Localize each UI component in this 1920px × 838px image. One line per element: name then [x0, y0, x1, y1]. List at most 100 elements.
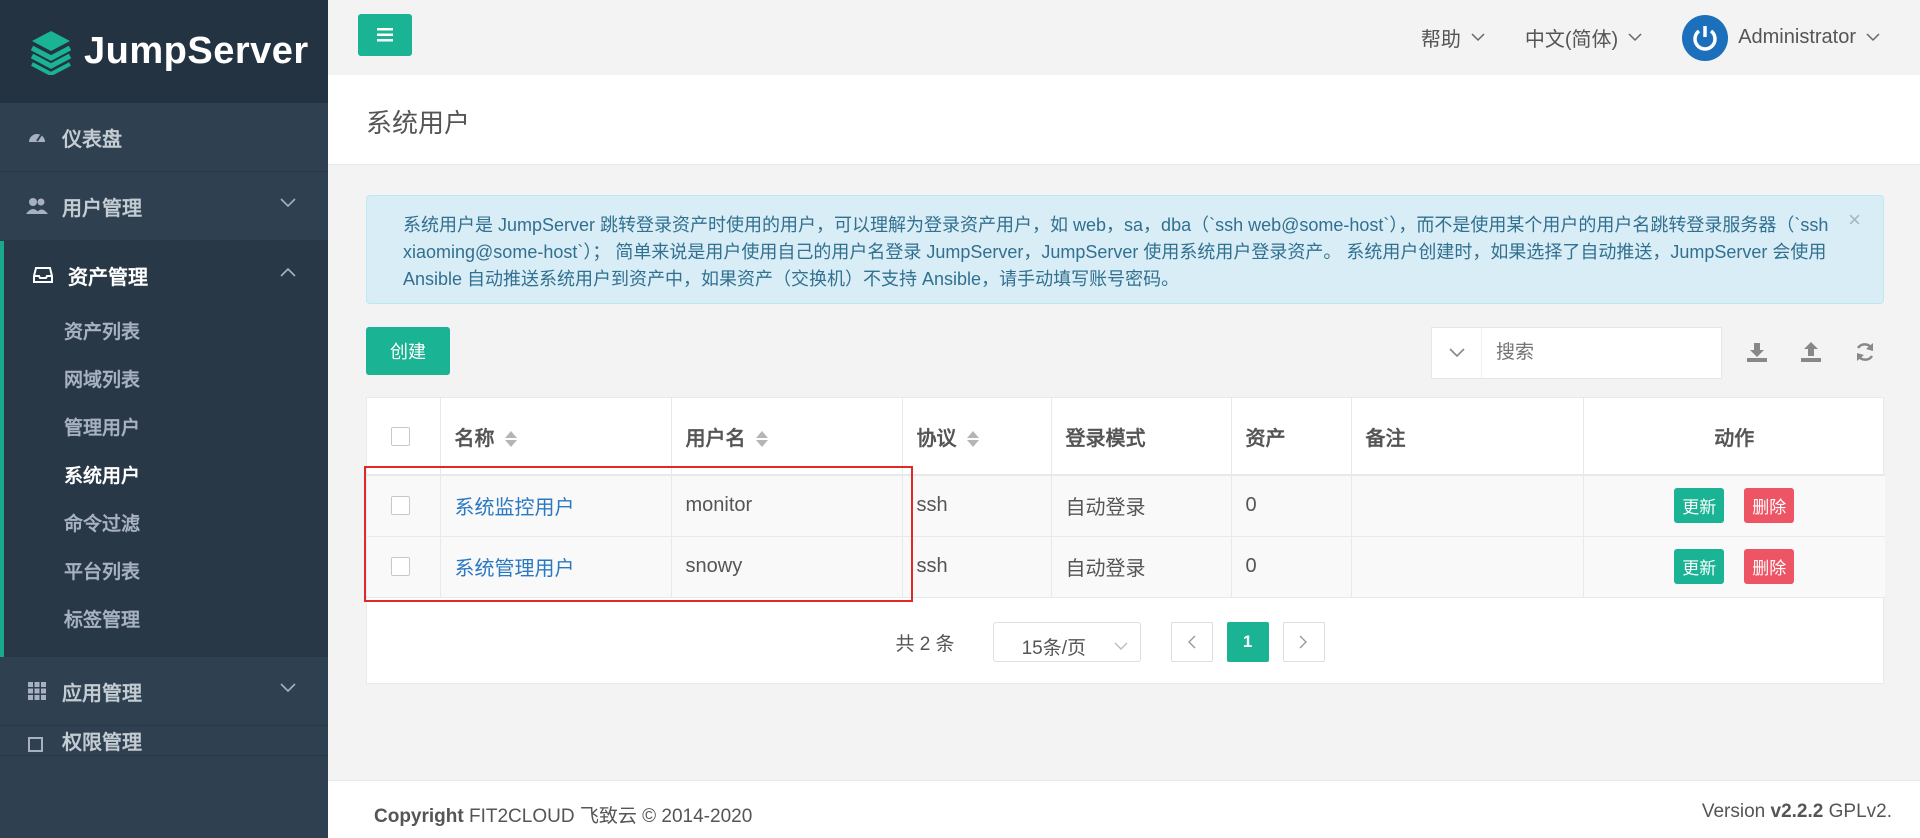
page-size-select[interactable]: 15条/页 [992, 622, 1141, 662]
delete-button[interactable]: 删除 [1744, 549, 1795, 584]
copyright-text: FIT2CLOUD 飞致云 © 2014-2020 [469, 806, 753, 827]
column-header-actions: 动作 [1583, 398, 1885, 476]
sidebar-item-users[interactable]: 用户管理 [0, 172, 328, 241]
cell-login-mode: 自动登录 [1051, 475, 1232, 537]
help-dropdown[interactable]: 帮助 [1421, 23, 1485, 52]
footer-copyright: Copyright FIT2CLOUD 飞致云 © 2014-2020 [374, 801, 752, 828]
download-icon[interactable] [1743, 338, 1771, 366]
hamburger-icon [377, 28, 393, 42]
sidebar-item-applications[interactable]: 应用管理 [0, 657, 328, 726]
system-user-link[interactable]: 系统监控用户 [455, 497, 575, 519]
chevron-down-icon [1628, 33, 1642, 42]
chevron-left-icon [1188, 635, 1196, 649]
cell-username: monitor [671, 475, 903, 537]
sidebar-sub-command-filter[interactable]: 命令过滤 [4, 501, 328, 549]
avatar [1682, 14, 1729, 61]
sidebar-group-assets: 资产管理 资产列表 网域列表 管理用户 系统用户 命令过滤 平台列表 标签管理 [0, 241, 328, 657]
row-checkbox[interactable] [391, 557, 410, 577]
system-user-link[interactable]: 系统管理用户 [455, 558, 575, 580]
sidebar-sub-admin-users[interactable]: 管理用户 [4, 405, 328, 453]
chevron-down-icon [1471, 33, 1485, 42]
search-input[interactable] [1482, 342, 1702, 364]
row-select-cell [367, 475, 441, 537]
menu-toggle-button[interactable] [358, 14, 412, 56]
sidebar: JumpServer 仪表盘 用户管理 资产管理 资产列表 网域列表 管理用户 … [0, 0, 328, 838]
upload-icon[interactable] [1797, 338, 1825, 366]
sort-icon [504, 431, 517, 448]
refresh-icon[interactable] [1851, 338, 1879, 366]
license-text: GPLv2. [1828, 801, 1892, 822]
sidebar-sub-label-management[interactable]: 标签管理 [4, 597, 328, 657]
help-label: 帮助 [1420, 29, 1461, 51]
sort-icon [966, 431, 979, 448]
delete-button[interactable]: 删除 [1744, 488, 1795, 524]
column-header-protocol[interactable]: 协议 [902, 398, 1052, 476]
cell-protocol: ssh [902, 536, 1052, 598]
sidebar-item-assets[interactable]: 资产管理 [4, 241, 328, 309]
header-label: 协议 [916, 427, 957, 450]
brand-logo[interactable]: JumpServer [0, 0, 328, 103]
sidebar-item-label: 权限管理 [62, 732, 142, 754]
chevron-right-icon [1299, 635, 1308, 649]
topbar: 帮助 中文(简体) Administrator [328, 0, 1920, 75]
cell-assets: 0 [1231, 536, 1352, 598]
sidebar-item-label: 应用管理 [62, 682, 142, 705]
language-label: 中文(简体) [1524, 29, 1619, 51]
user-name: Administrator [1738, 26, 1856, 48]
cell-protocol: ssh [902, 475, 1052, 537]
sort-icon [755, 431, 768, 448]
select-all-cell [367, 398, 441, 476]
page-number-button[interactable]: 1 [1226, 622, 1269, 662]
sidebar-item-label: 仪表盘 [62, 128, 122, 151]
sidebar-sub-platform-list[interactable]: 平台列表 [4, 549, 328, 597]
column-header-assets: 资产 [1231, 398, 1352, 476]
sidebar-item-label: 资产管理 [68, 266, 148, 289]
column-header-comment: 备注 [1351, 398, 1584, 476]
column-header-username[interactable]: 用户名 [671, 398, 903, 476]
search-filter-dropdown[interactable] [1432, 328, 1482, 378]
grid-icon [26, 680, 48, 702]
cell-comment [1351, 536, 1584, 598]
version-label: Version [1701, 801, 1766, 822]
sidebar-sub-system-users[interactable]: 系统用户 [4, 453, 328, 501]
sidebar-sub-asset-list[interactable]: 资产列表 [4, 309, 328, 357]
update-button[interactable]: 更新 [1674, 488, 1725, 524]
update-button[interactable]: 更新 [1674, 549, 1725, 584]
cell-name: 系统监控用户 [440, 475, 672, 537]
chevron-down-icon [280, 683, 296, 693]
row-select-cell [367, 536, 441, 598]
table-header-row: 名称 用户名 协议 登录模式 资产 备注 动作 [367, 398, 1885, 476]
header-label: 用户名 [685, 427, 746, 450]
info-alert: 系统用户是 JumpServer 跳转登录资产时使用的用户，可以理解为登录资产用… [366, 195, 1884, 304]
chevron-down-icon [1114, 642, 1128, 650]
next-page-button[interactable] [1282, 622, 1325, 662]
close-icon[interactable]: × [1848, 206, 1861, 233]
sidebar-item-label: 用户管理 [62, 197, 142, 220]
sidebar-item-permissions[interactable]: 权限管理 [0, 726, 328, 756]
sidebar-item-dashboard[interactable]: 仪表盘 [0, 103, 328, 172]
pagination-total: 共 2 条 [895, 633, 955, 655]
create-button[interactable]: 创建 [366, 327, 450, 375]
column-header-name[interactable]: 名称 [440, 398, 672, 476]
sidebar-sub-domain-list[interactable]: 网域列表 [4, 357, 328, 405]
cell-name: 系统管理用户 [440, 536, 672, 598]
prev-page-button[interactable] [1170, 622, 1213, 662]
footer-version: Version v2.2.2 GPLv2. [1702, 801, 1892, 823]
brand-name: JumpServer [84, 30, 309, 72]
select-all-checkbox[interactable] [391, 426, 410, 446]
chevron-down-icon [1866, 33, 1880, 42]
inbox-icon [32, 264, 54, 286]
chevron-down-icon [280, 198, 296, 208]
page-title: 系统用户 [366, 108, 471, 138]
cell-actions: 更新 删除 [1583, 475, 1885, 537]
header-label: 名称 [454, 427, 495, 450]
table-row: 系统管理用户 snowy ssh 自动登录 0 更新 删除 [367, 536, 1885, 598]
dashboard-icon [26, 126, 48, 148]
row-checkbox[interactable] [391, 496, 410, 516]
system-users-table: 名称 用户名 协议 登录模式 资产 备注 动作 系统监控用户 monitor s… [367, 398, 1885, 598]
page-header: 系统用户 [328, 75, 1920, 165]
jumpserver-logo-icon [30, 30, 72, 75]
language-dropdown[interactable]: 中文(简体) [1525, 23, 1642, 52]
chevron-up-icon [280, 267, 296, 277]
user-dropdown[interactable]: Administrator [1682, 14, 1880, 61]
